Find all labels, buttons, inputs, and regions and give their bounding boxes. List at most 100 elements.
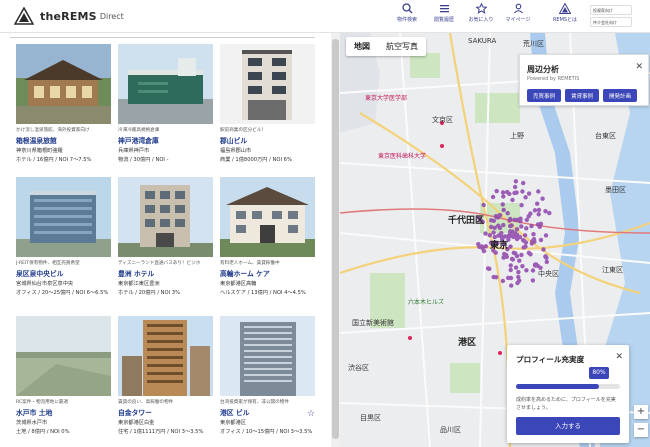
property-marker[interactable]	[531, 232, 536, 237]
listing-title[interactable]: 港区 ビル	[220, 407, 315, 417]
listing-card[interactable]: 賃貸の良い、高稼働の物件 自金タワー 東京都港区白金 住宅 / 1億1111万円…	[118, 316, 213, 436]
property-marker[interactable]	[547, 210, 552, 216]
property-marker[interactable]	[491, 230, 496, 235]
property-marker[interactable]	[507, 191, 512, 197]
listing-card[interactable]: 冷凍冷蔵高規格倉庫 神戸港湾倉庫 兵庫県神戸市 物流 / 30億円 / NOI …	[118, 44, 213, 164]
property-marker[interactable]	[508, 229, 513, 234]
property-marker[interactable]	[510, 197, 515, 203]
listing-title[interactable]: 水戸市 土地	[16, 407, 111, 417]
property-marker[interactable]	[504, 252, 509, 258]
property-marker[interactable]	[501, 194, 506, 199]
map-panel[interactable]: 地図 航空写真 荒川区 SAKURA 東京大学医学部 文京区 上野 台東区 東京…	[340, 33, 650, 447]
property-marker[interactable]	[517, 235, 523, 240]
listing-title[interactable]: 神戸港湾倉庫	[118, 135, 213, 145]
listing-title[interactable]: 豊洲 ホテル	[118, 268, 213, 278]
property-marker[interactable]	[490, 194, 496, 200]
property-marker[interactable]	[516, 269, 521, 275]
property-marker[interactable]	[530, 278, 536, 283]
property-marker[interactable]	[480, 246, 485, 251]
property-marker[interactable]	[512, 184, 518, 190]
property-marker[interactable]	[526, 214, 531, 219]
property-marker[interactable]	[536, 212, 541, 217]
property-marker[interactable]	[524, 268, 529, 273]
property-marker[interactable]	[487, 266, 492, 271]
tab-map[interactable]: 地図	[346, 37, 378, 56]
listing-scrollbar[interactable]	[331, 33, 340, 447]
listing-card[interactable]: 台湾投資家が保有、非公開の物件 港区 ビル 東京都港区 オフィス / 10～15…	[220, 316, 315, 436]
close-icon[interactable]: ✕	[635, 62, 643, 72]
property-marker[interactable]	[513, 179, 519, 184]
property-marker[interactable]	[519, 252, 524, 258]
property-marker[interactable]	[538, 237, 544, 243]
property-marker[interactable]	[529, 223, 534, 229]
property-marker[interactable]	[523, 195, 528, 200]
property-marker[interactable]	[540, 196, 545, 201]
tab-satellite[interactable]: 航空写真	[378, 37, 426, 56]
logo[interactable]: theREMS Direct	[14, 7, 124, 25]
zoom-out-button[interactable]: −	[634, 423, 648, 437]
property-marker[interactable]	[516, 274, 521, 280]
listing-title[interactable]: 箱根温泉旅館	[16, 135, 111, 145]
property-marker[interactable]	[520, 189, 525, 194]
property-marker[interactable]	[532, 262, 538, 267]
property-marker[interactable]	[489, 218, 494, 223]
input-profile-button[interactable]: 入力する	[516, 417, 620, 435]
listing-title[interactable]: 高輪ホーム ケア	[220, 268, 315, 278]
property-marker[interactable]	[509, 256, 515, 262]
property-marker[interactable]	[519, 203, 524, 208]
property-marker[interactable]	[521, 180, 526, 186]
rental-cases-button[interactable]: 賃貸事例	[565, 89, 600, 102]
property-marker[interactable]	[508, 275, 514, 281]
listing-title[interactable]: 泉区泉中央ビル	[16, 268, 111, 278]
nav-search[interactable]: 物件検索	[390, 3, 424, 23]
property-marker[interactable]	[538, 221, 544, 226]
property-marker[interactable]	[501, 207, 506, 213]
property-marker[interactable]	[483, 231, 488, 236]
property-marker[interactable]	[517, 258, 522, 263]
listing-card[interactable]: 駅前商業の区分ビル！ 郡山ビル 福島県郡山市 商業 / 1億8000万円 / N…	[220, 44, 315, 164]
favorite-star-icon[interactable]: ☆	[307, 409, 315, 419]
property-marker[interactable]	[521, 245, 526, 250]
listing-card[interactable]: ディズニーランド直通バスあり！ビジホ 豊洲 ホテル 東京都江東区豊洲 ホテル /…	[118, 177, 213, 297]
sales-cases-button[interactable]: 売買事例	[527, 89, 562, 102]
property-marker[interactable]	[491, 274, 496, 280]
close-icon[interactable]: ✕	[615, 352, 623, 362]
property-marker[interactable]	[501, 222, 506, 228]
property-marker[interactable]	[526, 250, 532, 255]
property-marker[interactable]	[530, 239, 535, 244]
property-marker[interactable]	[500, 202, 505, 207]
property-marker[interactable]	[512, 190, 517, 196]
property-marker[interactable]	[493, 250, 498, 255]
header-link-broker[interactable]: 仲介会社向け	[590, 17, 632, 27]
listing-card[interactable]: 有料老人ホーム、賃貸稼働中 高輪ホーム ケア 東京都港区高輪 ヘルスケア / 1…	[220, 177, 315, 297]
property-marker[interactable]	[513, 251, 518, 256]
property-marker[interactable]	[489, 224, 494, 230]
property-marker[interactable]	[487, 233, 492, 238]
property-marker[interactable]	[530, 268, 536, 273]
property-marker[interactable]	[541, 247, 546, 252]
property-marker[interactable]	[524, 226, 529, 231]
property-marker[interactable]	[509, 283, 514, 288]
nav-mypage[interactable]: マイページ	[501, 3, 535, 23]
property-marker[interactable]	[500, 190, 506, 195]
property-marker[interactable]	[514, 227, 520, 232]
property-marker[interactable]	[526, 191, 532, 196]
property-marker[interactable]	[518, 216, 523, 221]
property-marker[interactable]	[522, 233, 528, 238]
header-link-investor[interactable]: 投資家向け	[590, 5, 632, 15]
property-marker[interactable]	[535, 201, 540, 206]
listing-title[interactable]: 自金タワー	[118, 407, 213, 417]
property-marker[interactable]	[521, 238, 526, 243]
property-marker[interactable]	[500, 278, 506, 284]
property-marker[interactable]	[513, 265, 519, 270]
property-marker[interactable]	[543, 209, 548, 214]
property-marker[interactable]	[508, 263, 513, 268]
property-marker[interactable]	[544, 259, 549, 265]
property-marker[interactable]	[532, 208, 538, 213]
listing-title[interactable]: 郡山ビル	[220, 135, 315, 145]
property-marker[interactable]	[536, 189, 541, 194]
listing-card[interactable]: かけ流し温泉旅館、海外投資家向け 箱根温泉旅館 神奈川県箱根町強羅 ホテル / …	[16, 44, 111, 164]
property-marker[interactable]	[508, 216, 513, 222]
property-marker[interactable]	[543, 233, 549, 238]
property-marker[interactable]	[497, 213, 503, 218]
